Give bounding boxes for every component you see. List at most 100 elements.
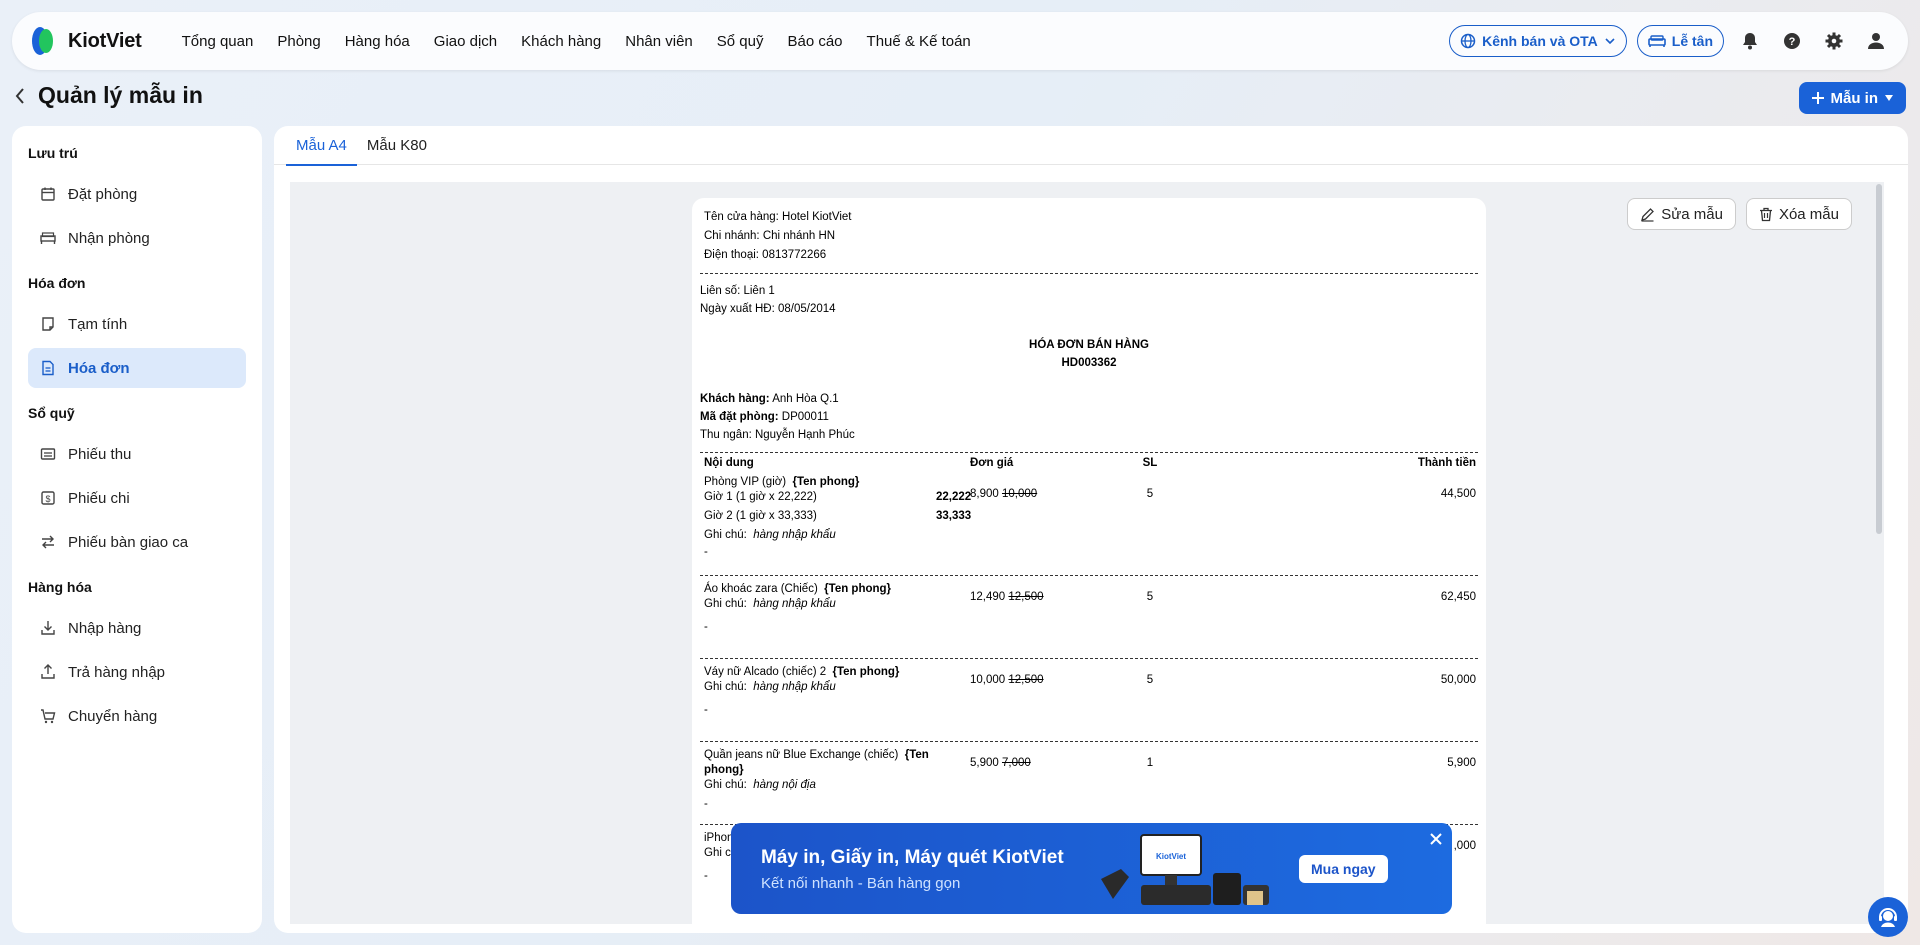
settings-button[interactable] (1818, 25, 1850, 57)
store-info: Tên cửa hàng: Hotel KiotViet Chi nhánh: … (700, 208, 1478, 265)
sidebar-item-chuyen-hang[interactable]: Chuyển hàng (28, 696, 246, 736)
invoice-code: HD003362 (1061, 357, 1117, 369)
edit-template-button[interactable]: Sửa mẫu (1627, 198, 1736, 230)
delete-template-button[interactable]: Xóa mẫu (1745, 198, 1852, 230)
kiotviet-logo-icon (32, 27, 53, 55)
nav-thue-ke-toan[interactable]: Thuế & Kế toán (855, 33, 983, 50)
promo-banner: Máy in, Giấy in, Máy quét KiotViet Kết n… (731, 823, 1452, 914)
sidebar-item-label: Phiếu bàn giao ca (68, 533, 189, 551)
help-icon: ? (1784, 33, 1800, 49)
item-name: Váy nữ Alcado (chiếc) 2 (704, 666, 827, 678)
divider (700, 658, 1478, 659)
item-qty: 5 (1146, 591, 1154, 603)
item-note: hàng nội địa (753, 779, 816, 791)
col-price: Đơn giá (970, 457, 1014, 469)
sidebar-group-hoa-don: Hóa đơn Tạm tính Hóa đơn (28, 270, 246, 388)
item-tag: {Ten phong} (824, 583, 892, 595)
sidebar-item-tam-tinh[interactable]: Tạm tính (28, 304, 246, 344)
store-phone: Điện thoại: 0813772266 (704, 249, 827, 261)
close-icon (1430, 833, 1442, 845)
item-old-price: 7,000 (1001, 757, 1031, 769)
invoice-meta: Liên số: Liên 1 Ngày xuất HĐ: 08/05/2014 (700, 282, 1478, 318)
col-content: Nội dung (704, 457, 754, 469)
note-icon (42, 317, 54, 331)
brand-name: KiotViet (68, 29, 142, 52)
sidebar-item-dat-phong[interactable]: Đặt phòng (28, 174, 246, 214)
item-old-price: 12,500 (1008, 591, 1044, 603)
table-row: Áo khoác zara (Chiếc) {Ten phong} Ghi ch… (700, 578, 1478, 658)
sidebar-item-hoa-don[interactable]: Hóa đơn (28, 348, 246, 388)
item-name: Áo khoác zara (Chiếc) (704, 583, 818, 595)
help-button[interactable]: ? (1776, 25, 1808, 57)
item-note: hàng nhập khẩu (753, 598, 836, 610)
payment-icon: $ (41, 491, 55, 505)
support-chat-button[interactable] (1868, 897, 1908, 937)
branch-name: Chi nhánh: Chi nhánh HN (704, 230, 836, 242)
item-note: hàng nhập khẩu (753, 681, 836, 693)
buy-now-button[interactable]: Mua ngay (1299, 855, 1388, 883)
page-title: Quản lý mẫu in (38, 82, 203, 108)
swap-icon (42, 535, 54, 549)
kiotviet-logo[interactable]: KiotViet (28, 25, 142, 57)
item-old-price: 12,500 (1008, 674, 1044, 686)
caret-down-icon (1885, 95, 1893, 101)
nav-khach-hang[interactable]: Khách hàng (509, 33, 613, 50)
item-dash: - (704, 704, 708, 716)
note-label: Ghi chú: (704, 529, 747, 541)
copy-number: Liên số: Liên 1 (700, 285, 775, 297)
nav-phong[interactable]: Phòng (265, 33, 332, 50)
import-icon (41, 621, 55, 635)
edit-template-label: Sửa mẫu (1661, 205, 1723, 223)
chevron-down-icon (1605, 38, 1615, 45)
nav-tong-quan[interactable]: Tổng quan (170, 33, 266, 50)
item-tag: {Ten phong} (832, 666, 900, 678)
delete-template-label: Xóa mẫu (1778, 205, 1839, 223)
sidebar-group-hang-hoa: Hàng hóa Nhập hàng Trả hàng nhập Chuyển … (28, 574, 246, 736)
customer-label: Khách hàng: (700, 393, 770, 405)
back-icon[interactable] (14, 87, 26, 105)
reception-button[interactable]: Lễ tân (1636, 25, 1724, 57)
nav-bao-cao[interactable]: Báo cáo (775, 33, 854, 50)
sidebar-item-nhap-hang[interactable]: Nhập hàng (28, 608, 246, 648)
item-price: 8,900 (970, 488, 999, 500)
add-template-button[interactable]: Mẫu in (1798, 82, 1906, 114)
sidebar-group-so-quy: Sổ quỹ Phiếu thu $ Phiếu chi Phiếu bàn g… (28, 400, 246, 562)
booking-label: Mã đặt phòng: (700, 411, 779, 423)
table-row: Váy nữ Alcado (chiếc) 2 {Ten phong} Ghi … (700, 661, 1478, 741)
note-label: Ghi chú: (704, 681, 747, 693)
close-banner-button[interactable] (1430, 829, 1442, 850)
tab-mau-a4[interactable]: Mẫu A4 (286, 126, 357, 166)
svg-text:$: $ (45, 494, 50, 504)
main-panel: Mẫu A4 Mẫu K80 Tên cửa hàng: Hotel KiotV… (274, 126, 1908, 933)
nav-so-quy[interactable]: Sổ quỹ (705, 33, 776, 50)
bed-icon (1647, 35, 1666, 47)
col-qty: SL (1142, 457, 1158, 469)
nav-nhan-vien[interactable]: Nhân viên (613, 33, 705, 50)
tab-mau-k80[interactable]: Mẫu K80 (357, 126, 437, 165)
divider (700, 452, 1478, 453)
sidebar-item-phieu-ban-giao-ca[interactable]: Phiếu bàn giao ca (28, 522, 246, 562)
sidebar-item-phieu-chi[interactable]: $ Phiếu chi (28, 478, 246, 518)
customer-info: Khách hàng: Anh Hòa Q.1 Mã đặt phòng: DP… (700, 390, 1478, 444)
nav-giao-dich[interactable]: Giao dịch (422, 33, 509, 50)
notification-button[interactable] (1734, 25, 1766, 57)
item-qty: 5 (1146, 488, 1154, 500)
sidebar-item-label: Phiếu thu (68, 445, 132, 463)
issue-date: Ngày xuất HĐ: 08/05/2014 (700, 303, 836, 315)
preview-scrollbar[interactable] (1876, 184, 1882, 534)
sidebar-item-tra-hang-nhap[interactable]: Trả hàng nhập (28, 652, 246, 692)
receipt-icon (40, 448, 56, 460)
trash-icon (1759, 207, 1772, 221)
nav-hang-hoa[interactable]: Hàng hóa (333, 33, 422, 50)
transfer-icon (41, 709, 56, 724)
channel-ota-button[interactable]: Kênh bán và OTA (1449, 25, 1627, 57)
top-navbar: KiotViet Tổng quan Phòng Hàng hóa Giao d… (12, 12, 1908, 70)
sidebar-item-nhan-phong[interactable]: Nhận phòng (28, 218, 246, 258)
sidebar-item-label: Phiếu chi (68, 489, 130, 507)
sidebar-item-phieu-thu[interactable]: Phiếu thu (28, 434, 246, 474)
pos-devices-image: KiotViet (1101, 834, 1269, 905)
sidebar-item-label: Nhận phòng (68, 229, 150, 247)
account-button[interactable] (1860, 25, 1892, 57)
template-actions: Sửa mẫu Xóa mẫu (1627, 198, 1852, 230)
sidebar-item-label: Tạm tính (68, 315, 128, 333)
